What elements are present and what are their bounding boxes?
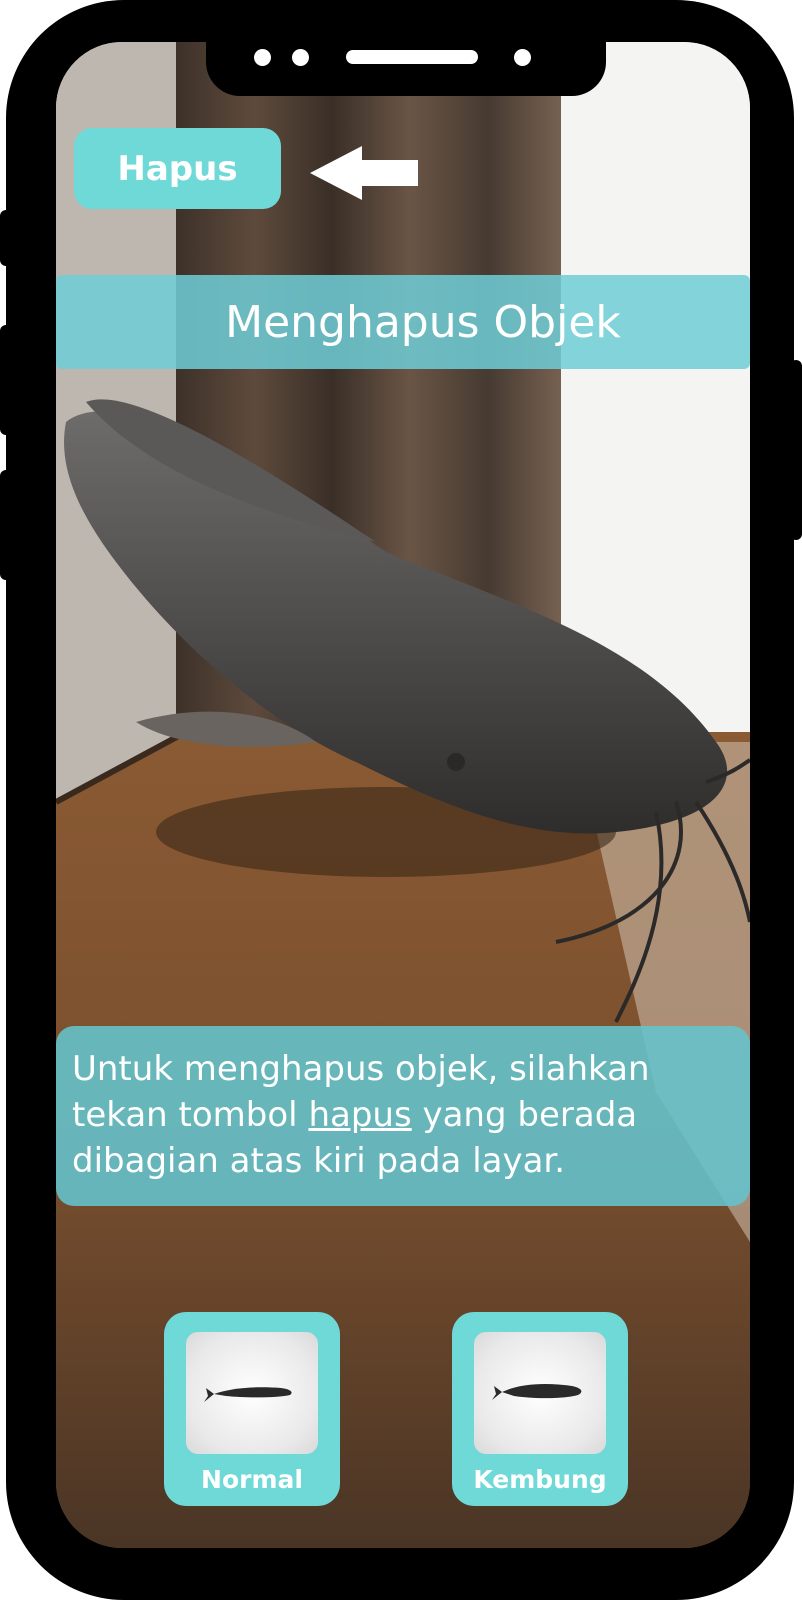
catfish-thumbnail-icon: [186, 1332, 318, 1454]
delete-button[interactable]: Hapus: [74, 128, 281, 209]
arrow-left-icon: [310, 146, 418, 200]
side-button-silent: [0, 210, 12, 266]
instruction-panel: Untuk menghapus objek, silahkan tekan to…: [56, 1026, 750, 1206]
model-option-normal[interactable]: Normal: [164, 1312, 340, 1506]
side-button-volume-down: [0, 470, 12, 580]
side-button-volume-up: [0, 325, 12, 435]
model-option-label: Kembung: [473, 1465, 607, 1494]
ar-camera-view[interactable]: [56, 42, 750, 1548]
instruction-highlight: hapus: [308, 1095, 412, 1135]
model-option-label: Normal: [201, 1465, 303, 1494]
phone-notch: [206, 42, 606, 96]
proximity-sensor-icon: [514, 49, 531, 66]
sensor-icon: [292, 49, 309, 66]
catfish-thumbnail-icon: [474, 1332, 606, 1454]
page-title: Menghapus Objek: [56, 275, 750, 369]
earpiece-speaker: [346, 50, 478, 64]
model-option-kembung[interactable]: Kembung: [452, 1312, 628, 1506]
front-camera-icon: [254, 49, 271, 66]
side-button-power: [790, 360, 802, 540]
ar-scene-background: [56, 42, 750, 1548]
